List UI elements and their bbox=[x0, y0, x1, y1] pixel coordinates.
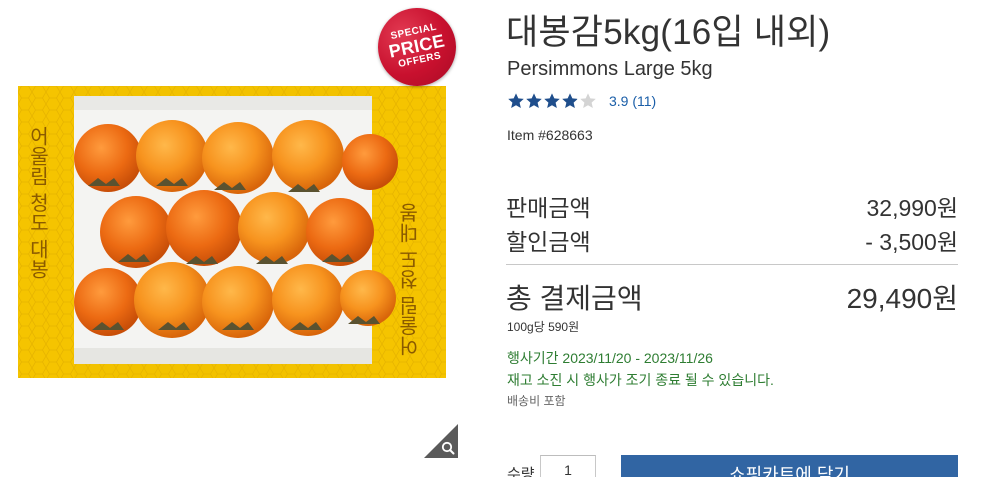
total-price-value: 29,490원 bbox=[846, 283, 958, 314]
product-info: 대봉감5kg(16입 내외) Persimmons Large 5kg 3.9 … bbox=[506, 0, 958, 477]
quantity-input[interactable] bbox=[540, 455, 596, 477]
promotion-period: 행사기간 2023/11/20 - 2023/11/26 bbox=[507, 350, 713, 366]
svg-text:어울림 청도 대봉: 어울림 청도 대봉 bbox=[26, 126, 50, 279]
quantity-label: 수량 bbox=[507, 466, 535, 477]
discount-row: 할인금액 - 3,500원 bbox=[506, 223, 958, 257]
unit-price: 100g당 590원 bbox=[507, 320, 580, 334]
rating-stars bbox=[507, 92, 597, 110]
star-full-icon bbox=[544, 93, 560, 109]
product-image-area: 어울림 청도 대봉 어울림 청도 대봉 SPECIAL PRICE OFFERS bbox=[0, 0, 470, 477]
shipping-info: 배송비 포함 bbox=[507, 394, 566, 408]
total-price-row: 총 결제금액 29,490원 bbox=[506, 277, 958, 317]
special-price-badge: SPECIAL PRICE OFFERS bbox=[370, 0, 464, 94]
magnifier-icon bbox=[424, 424, 458, 458]
discount-value: - 3,500원 bbox=[865, 229, 958, 255]
total-price-label: 총 결제금액 bbox=[506, 283, 643, 314]
discount-label: 할인금액 bbox=[506, 229, 591, 255]
product-subtitle: Persimmons Large 5kg bbox=[507, 58, 713, 80]
promotion-notice: 재고 소진 시 행사가 조기 종료 될 수 있습니다. bbox=[507, 372, 774, 388]
product-photo: 어울림 청도 대봉 어울림 청도 대봉 bbox=[18, 86, 446, 378]
svg-text:어울림 청도 대봉: 어울림 청도 대봉 bbox=[398, 203, 422, 356]
zoom-button[interactable] bbox=[424, 424, 458, 458]
product-rating[interactable]: 3.9 (11) bbox=[507, 91, 656, 111]
star-partial-icon bbox=[562, 93, 578, 109]
star-full-icon bbox=[508, 93, 524, 109]
sale-price-row: 판매금액 32,990원 bbox=[506, 189, 958, 223]
sale-price-value: 32,990원 bbox=[866, 195, 958, 221]
price-divider bbox=[506, 264, 958, 265]
star-empty-icon bbox=[580, 93, 596, 109]
item-number: Item #628663 bbox=[507, 127, 593, 143]
star-full-icon bbox=[526, 93, 542, 109]
product-title: 대봉감5kg(16입 내외) bbox=[506, 13, 831, 52]
sale-price-label: 판매금액 bbox=[506, 195, 591, 221]
add-to-cart-button[interactable]: 쇼핑카트에 담기 bbox=[621, 455, 958, 477]
rating-count-link[interactable]: 3.9 (11) bbox=[609, 93, 656, 109]
